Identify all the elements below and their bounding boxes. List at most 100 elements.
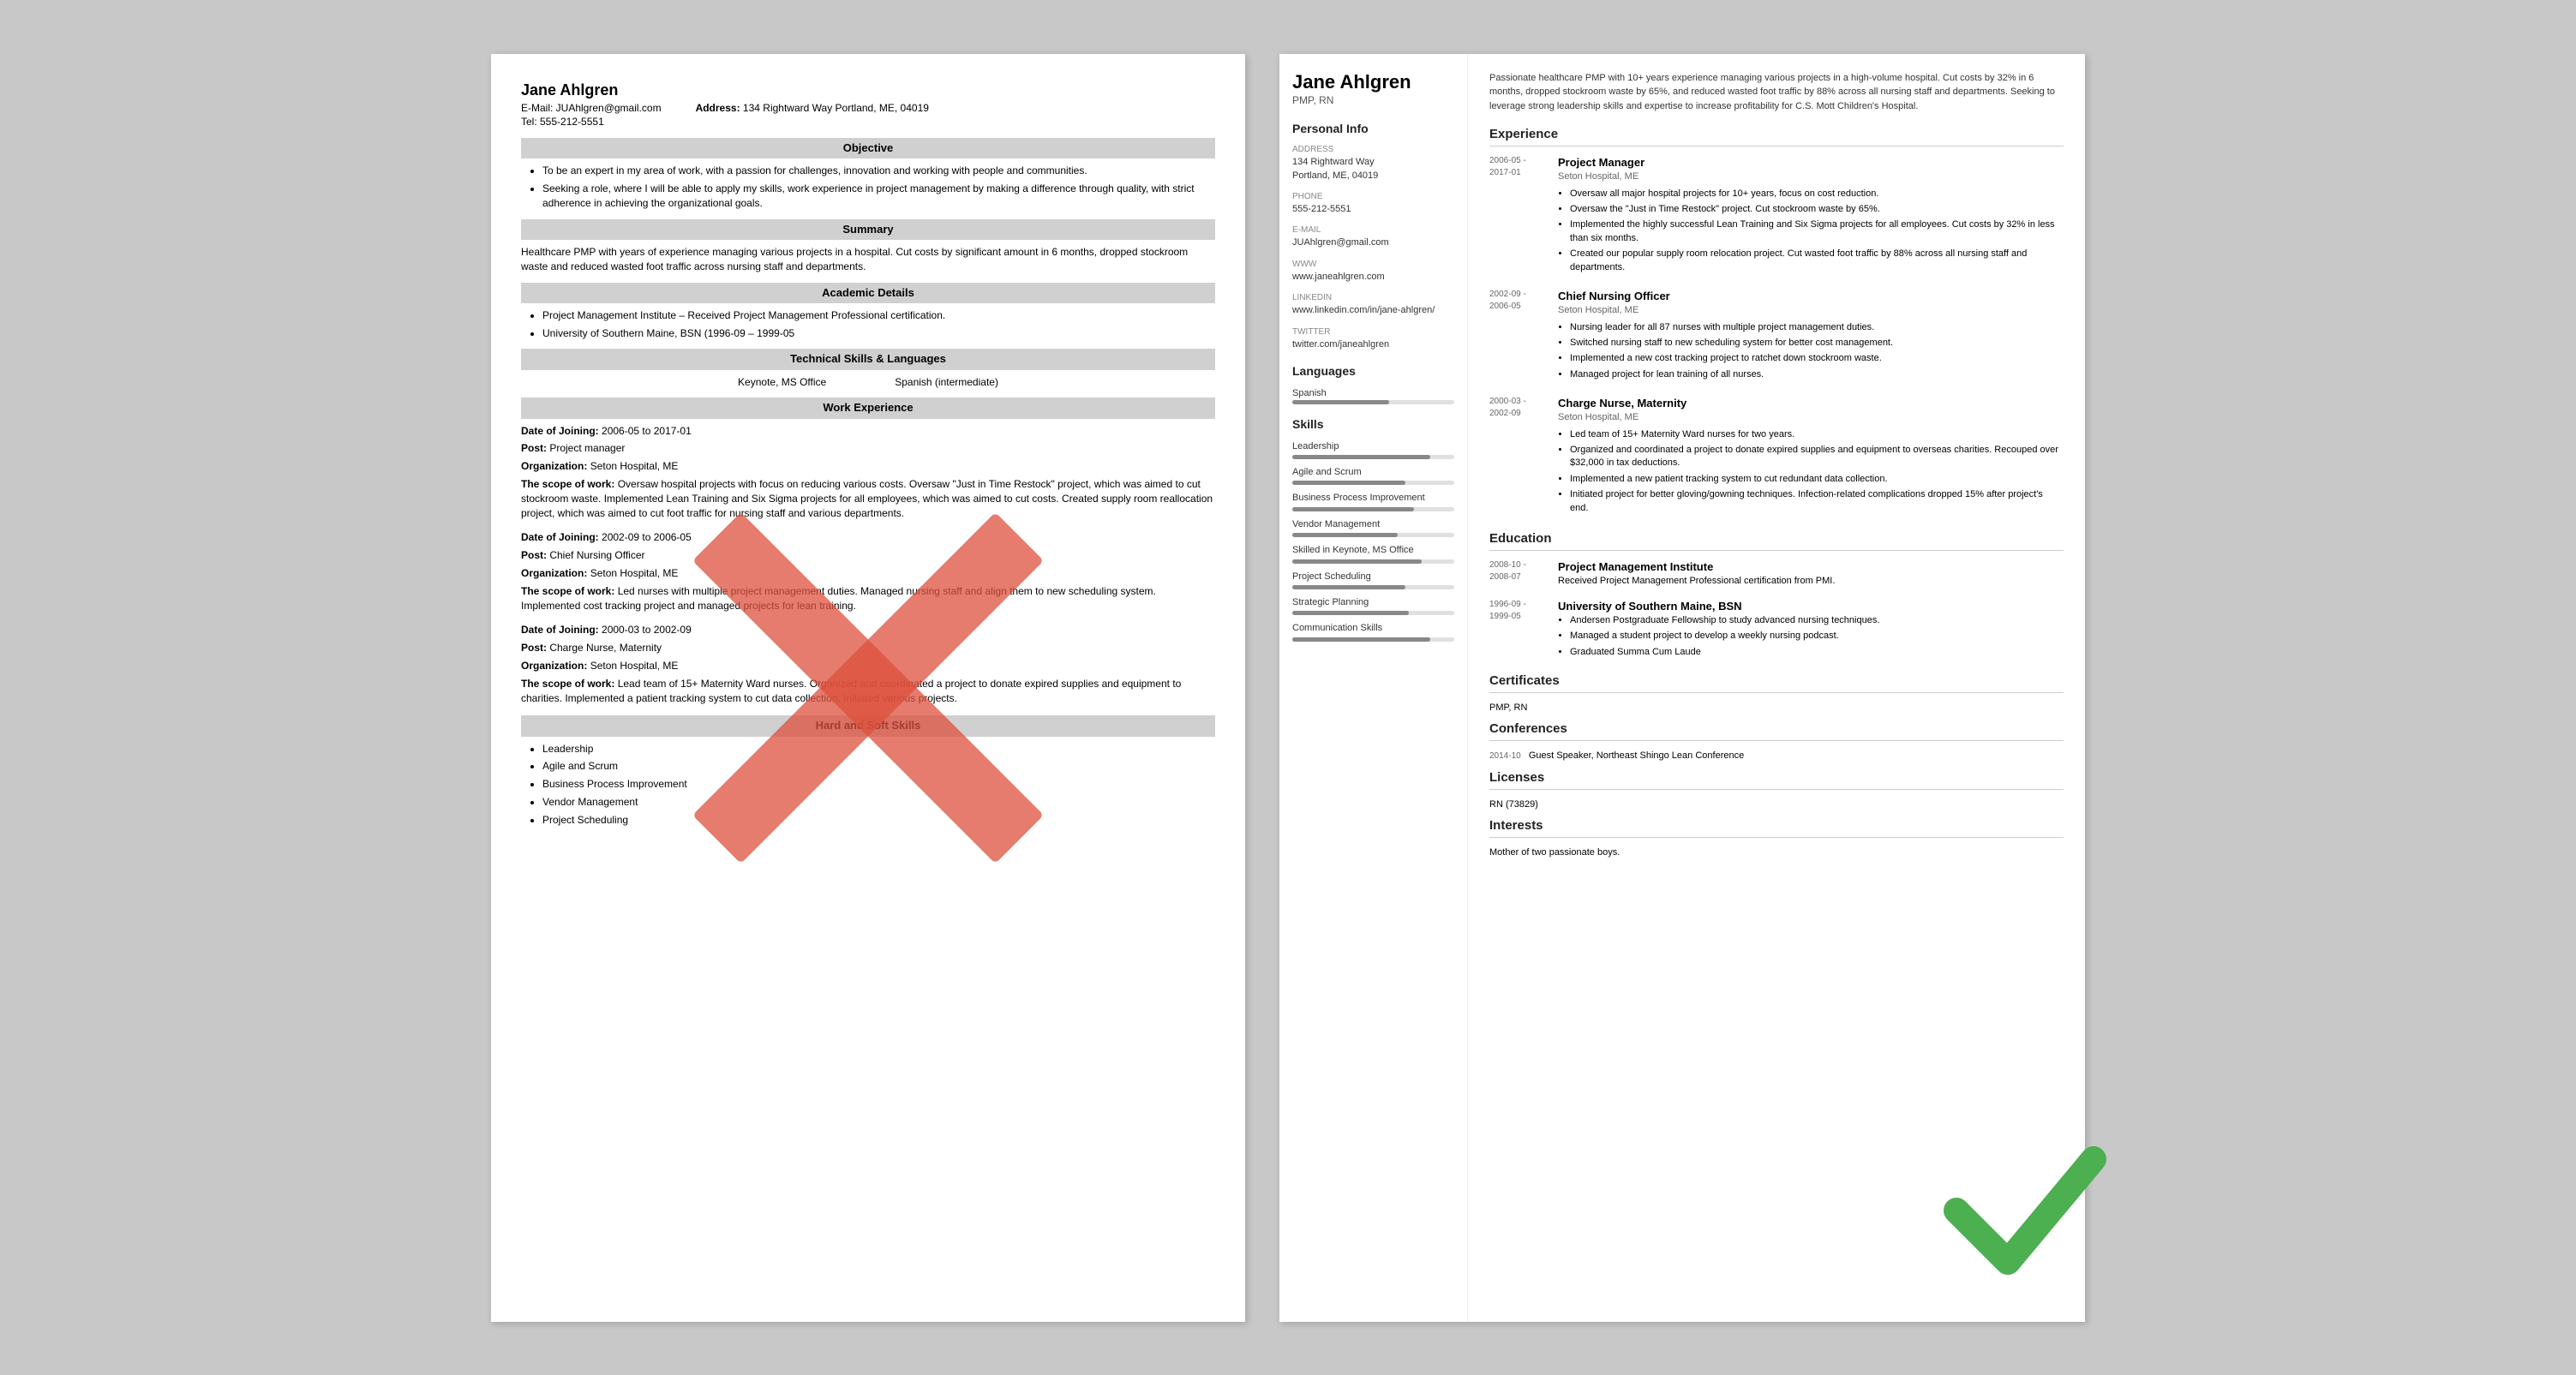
address-label: Address (1292, 144, 1454, 156)
work-entry-3: Date of Joining: 2000-03 to 2002-09 Post… (521, 623, 1215, 705)
licenses-title: Licenses (1489, 768, 2064, 790)
skill-keynote-bar: Skilled in Keynote, MS Office (1292, 544, 1454, 563)
email-value: JUAhlgren@gmail.com (1292, 236, 1454, 249)
exp2-details: Chief Nursing Officer Seton Hospital, ME… (1558, 289, 1893, 384)
exp3-title: Charge Nurse, Maternity (1558, 396, 2064, 411)
email-item: E-mail JUAhlgren@gmail.com (1292, 224, 1454, 249)
exp2-b1: Nursing leader for all 87 nurses with mu… (1570, 321, 1893, 334)
language-bar-fill (1292, 400, 1389, 404)
exp2-org: Seton Hospital, ME (1558, 304, 1893, 317)
left-email: E-Mail: JUAhlgren@gmail.com (521, 101, 662, 116)
int-item-1: Mother of two passionate boys. (1489, 846, 2064, 859)
exp3-b3: Implemented a new patient tracking syste… (1570, 473, 2064, 486)
phone-value: 555-212-5551 (1292, 203, 1454, 216)
edu2-bullets: Andersen Postgraduate Fellowship to stud… (1558, 614, 1879, 659)
resume-bad: Jane Ahlgren E-Mail: JUAhlgren@gmail.com… (491, 54, 1245, 1322)
hard-soft-list: Leadership Agile and Scrum Business Proc… (521, 742, 1215, 828)
left-address: Address: 134 Rightward Way Portland, ME,… (696, 101, 929, 116)
skill-vendor-label: Vendor Management (1292, 518, 1454, 531)
exp3-details: Charge Nurse, Maternity Seton Hospital, … (1558, 396, 2064, 517)
skill-bpi: Business Process Improvement (542, 777, 1215, 792)
language-1: Spanish (1292, 387, 1454, 400)
cert-item-1: PMP, RN (1489, 702, 2064, 714)
skill-vendor: Vendor Management (542, 795, 1215, 810)
conf-name: Guest Speaker, Northeast Shingo Lean Con… (1529, 750, 1744, 761)
skill-1: Keynote, MS Office (738, 375, 826, 390)
www-value: www.janeahlgren.com (1292, 271, 1454, 284)
exp1-b2: Oversaw the "Just in Time Restock" proje… (1570, 203, 2064, 216)
hard-soft-header: Hard and Soft Skills (521, 715, 1215, 736)
resume-good: Jane Ahlgren PMP, RN Personal Info Addre… (1279, 54, 2085, 1322)
address-value: 134 Rightward WayPortland, ME, 04019 (1292, 156, 1454, 182)
language-bar-track (1292, 400, 1454, 404)
work3-post: Post: Charge Nurse, Maternity (521, 641, 1215, 655)
left-name: Jane Ahlgren (521, 80, 1215, 101)
objective-header: Objective (521, 138, 1215, 158)
edu2-b2: Managed a student project to develop a w… (1570, 630, 1879, 643)
skill-agile-bar: Agile and Scrum (1292, 466, 1454, 485)
left-tel: Tel: 555-212-5551 (521, 115, 1215, 129)
exp2-b2: Switched nursing staff to new scheduling… (1570, 337, 1893, 350)
right-title: PMP, RN (1292, 93, 1454, 108)
www-label: www (1292, 259, 1454, 271)
work1-post: Post: Project manager (521, 441, 1215, 456)
tech-skills-row: Keynote, MS Office Spanish (intermediate… (521, 375, 1215, 390)
skill-scheduling-label: Project Scheduling (1292, 571, 1454, 583)
exp-entry-1: 2006-05 -2017-01 Project Manager Seton H… (1489, 155, 2064, 277)
interests-title: Interests (1489, 816, 2064, 838)
skills-title: Skills (1292, 416, 1454, 433)
personal-info-title: Personal Info (1292, 121, 1454, 138)
left-name-header: Jane Ahlgren E-Mail: JUAhlgren@gmail.com… (521, 80, 1215, 130)
exp-entry-3: 2000-03 -2002-09 Charge Nurse, Maternity… (1489, 396, 2064, 517)
summary-header: Summary (521, 219, 1215, 240)
skill-project: Project Scheduling (542, 813, 1215, 828)
exp3-bullets: Led team of 15+ Maternity Ward nurses fo… (1558, 428, 2064, 515)
exp1-b4: Created our popular supply room relocati… (1570, 248, 2064, 274)
conferences-title: Conferences (1489, 720, 2064, 741)
education-title: Education (1489, 529, 2064, 551)
work1-date: Date of Joining: 2006-05 to 2017-01 (521, 424, 1215, 439)
academic-item-2: University of Southern Maine, BSN (1996-… (542, 326, 1215, 341)
summary-text: Healthcare PMP with years of experience … (521, 245, 1215, 274)
exp2-b4: Managed project for lean training of all… (1570, 368, 1893, 381)
edu1-date: 2008-10 -2008-07 (1489, 559, 1549, 589)
green-check-overlay (1931, 1125, 2119, 1296)
skill-keynote-label: Skilled in Keynote, MS Office (1292, 544, 1454, 557)
work3-org: Organization: Seton Hospital, ME (521, 659, 1215, 673)
skill-leadership: Leadership (542, 742, 1215, 756)
right-summary: Passionate healthcare PMP with 10+ years… (1489, 71, 2064, 114)
academic-list: Project Management Institute – Received … (521, 308, 1215, 341)
exp3-b2: Organized and coordinated a project to d… (1570, 444, 2064, 470)
skill-strategic-bar: Strategic Planning (1292, 596, 1454, 615)
edu1-details: Project Management Institute Received Pr… (1558, 559, 1835, 589)
exp1-b1: Oversaw all major hospital projects for … (1570, 188, 2064, 200)
experience-title: Experience (1489, 125, 2064, 146)
edu2-b1: Andersen Postgraduate Fellowship to stud… (1570, 614, 1879, 627)
sidebar: Jane Ahlgren PMP, RN Personal Info Addre… (1279, 54, 1468, 1322)
work2-date: Date of Joining: 2002-09 to 2006-05 (521, 530, 1215, 545)
address-item: Address 134 Rightward WayPortland, ME, 0… (1292, 144, 1454, 182)
work2-org: Organization: Seton Hospital, ME (521, 566, 1215, 581)
linkedin-label: LinkedIn (1292, 292, 1454, 304)
right-name: Jane Ahlgren (1292, 71, 1454, 93)
skill-vendor-bar: Vendor Management (1292, 518, 1454, 537)
exp3-date: 2000-03 -2002-09 (1489, 396, 1549, 517)
edu1-detail: Received Project Management Professional… (1558, 575, 1835, 588)
skill-2: Spanish (intermediate) (895, 375, 998, 390)
exp2-bullets: Nursing leader for all 87 nurses with mu… (1558, 321, 1893, 382)
exp2-b3: Implemented a new cost tracking project … (1570, 352, 1893, 365)
languages-title: Languages (1292, 363, 1454, 380)
exp2-title: Chief Nursing Officer (1558, 289, 1893, 304)
twitter-label: Twitter (1292, 326, 1454, 338)
work1-org: Organization: Seton Hospital, ME (521, 459, 1215, 474)
exp1-b3: Implemented the highly successful Lean T… (1570, 218, 2064, 245)
exp-entry-2: 2002-09 -2006-05 Chief Nursing Officer S… (1489, 289, 2064, 384)
conf-date: 2014-10 (1489, 751, 1521, 761)
edu2-date: 1996-09 -1999-05 (1489, 599, 1549, 661)
work1-scope: The scope of work: Oversaw hospital proj… (521, 477, 1215, 520)
phone-item: Phone 555-212-5551 (1292, 191, 1454, 216)
work-entry-1: Date of Joining: 2006-05 to 2017-01 Post… (521, 424, 1215, 521)
edu2-details: University of Southern Maine, BSN Anders… (1558, 599, 1879, 661)
language-item: Spanish (1292, 387, 1454, 404)
exp1-date: 2006-05 -2017-01 (1489, 155, 1549, 277)
